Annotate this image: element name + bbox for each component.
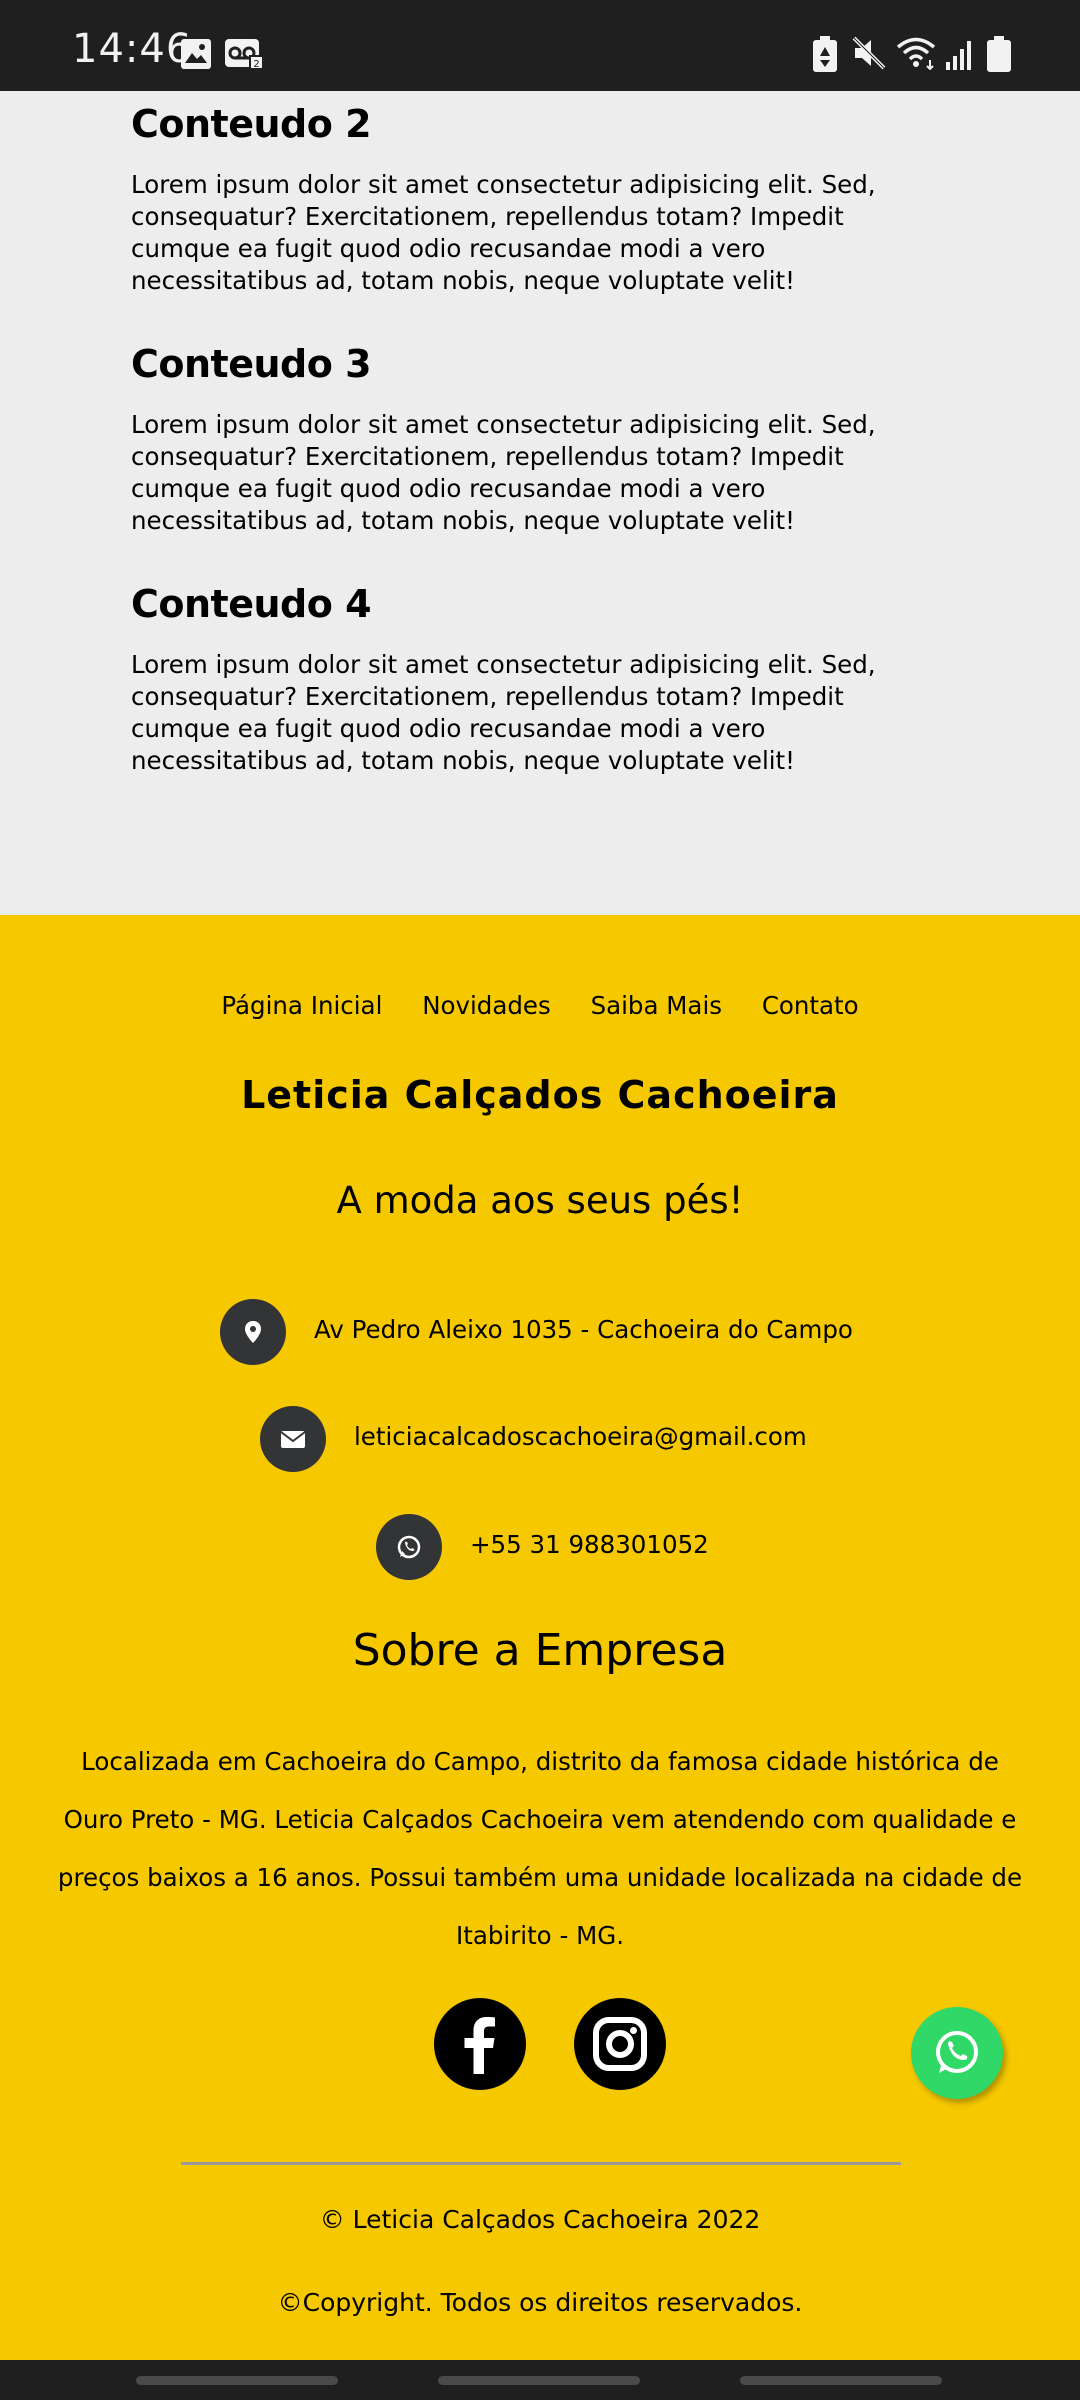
- nav-recents-button[interactable]: [136, 2376, 338, 2385]
- content-block: Conteudo 2 Lorem ipsum dolor sit amet co…: [131, 101, 951, 297]
- envelope-icon: [260, 1406, 326, 1472]
- signal-icon: [944, 38, 976, 75]
- footer-nav-learn-more[interactable]: Saiba Mais: [591, 991, 722, 1020]
- nav-home-button[interactable]: [438, 2376, 640, 2385]
- about-text: Localizada em Cachoeira do Campo, distri…: [57, 1747, 1023, 1950]
- instagram-icon[interactable]: [574, 1998, 666, 2090]
- footer-divider: [181, 2162, 901, 2165]
- content-title: Conteudo 2: [131, 102, 372, 146]
- battery-icon: [986, 36, 1012, 77]
- footer-nav-news[interactable]: Novidades: [422, 991, 551, 1020]
- brand-name: Leticia Calçados Cachoeira: [241, 1073, 839, 1117]
- whatsapp-icon: [936, 2031, 978, 2073]
- voicemail-icon: 2: [224, 38, 264, 75]
- footer-nav-home[interactable]: Página Inicial: [221, 991, 382, 1020]
- footer-nav: Página Inicial Novidades Saiba Mais Cont…: [0, 991, 1080, 1020]
- contact-email: leticiacalcadoscachoeira@gmail.com: [0, 1406, 1080, 1472]
- mute-icon: [852, 36, 886, 75]
- content-title: Conteudo 4: [131, 582, 372, 626]
- content-block: Conteudo 4 Lorem ipsum dolor sit amet co…: [131, 581, 951, 777]
- footer: Página Inicial Novidades Saiba Mais Cont…: [0, 915, 1080, 2360]
- copyright-line-2: ©Copyright. Todos os direitos reservados…: [277, 2288, 803, 2317]
- copyright-line-1: © Leticia Calçados Cachoeira 2022: [319, 2205, 761, 2234]
- content-block: Conteudo 3 Lorem ipsum dolor sit amet co…: [131, 341, 951, 537]
- system-nav-bar: [0, 2360, 1080, 2400]
- content-text: Lorem ipsum dolor sit amet consectetur a…: [131, 650, 876, 775]
- nav-back-button[interactable]: [740, 2376, 942, 2385]
- slogan: A moda aos seus pés!: [336, 1179, 744, 1222]
- content-text: Lorem ipsum dolor sit amet consectetur a…: [131, 410, 876, 535]
- battery-saver-icon: [812, 36, 838, 77]
- content-text: Lorem ipsum dolor sit amet consectetur a…: [131, 170, 876, 295]
- whatsapp-icon: [376, 1514, 442, 1580]
- status-bar: 14:46 2: [0, 0, 1080, 91]
- facebook-icon[interactable]: [434, 1998, 526, 2090]
- contact-phone: +55 31 988301052: [0, 1514, 1080, 1580]
- wifi-icon: [896, 36, 940, 75]
- image-icon: [180, 38, 212, 75]
- map-pin-icon: [220, 1299, 286, 1365]
- footer-nav-contact[interactable]: Contato: [762, 991, 859, 1020]
- about-title: Sobre a Empresa: [352, 1625, 728, 1676]
- address-text: Av Pedro Aleixo 1035 - Cachoeira do Camp…: [314, 1315, 853, 1344]
- phone-link[interactable]: +55 31 988301052: [470, 1530, 709, 1559]
- contact-address: Av Pedro Aleixo 1035 - Cachoeira do Camp…: [0, 1299, 1080, 1365]
- svg-text:2: 2: [253, 59, 259, 70]
- status-time: 14:46: [72, 26, 193, 72]
- content-title: Conteudo 3: [131, 342, 372, 386]
- email-link[interactable]: leticiacalcadoscachoeira@gmail.com: [354, 1422, 807, 1451]
- whatsapp-float-button[interactable]: [911, 2007, 1003, 2099]
